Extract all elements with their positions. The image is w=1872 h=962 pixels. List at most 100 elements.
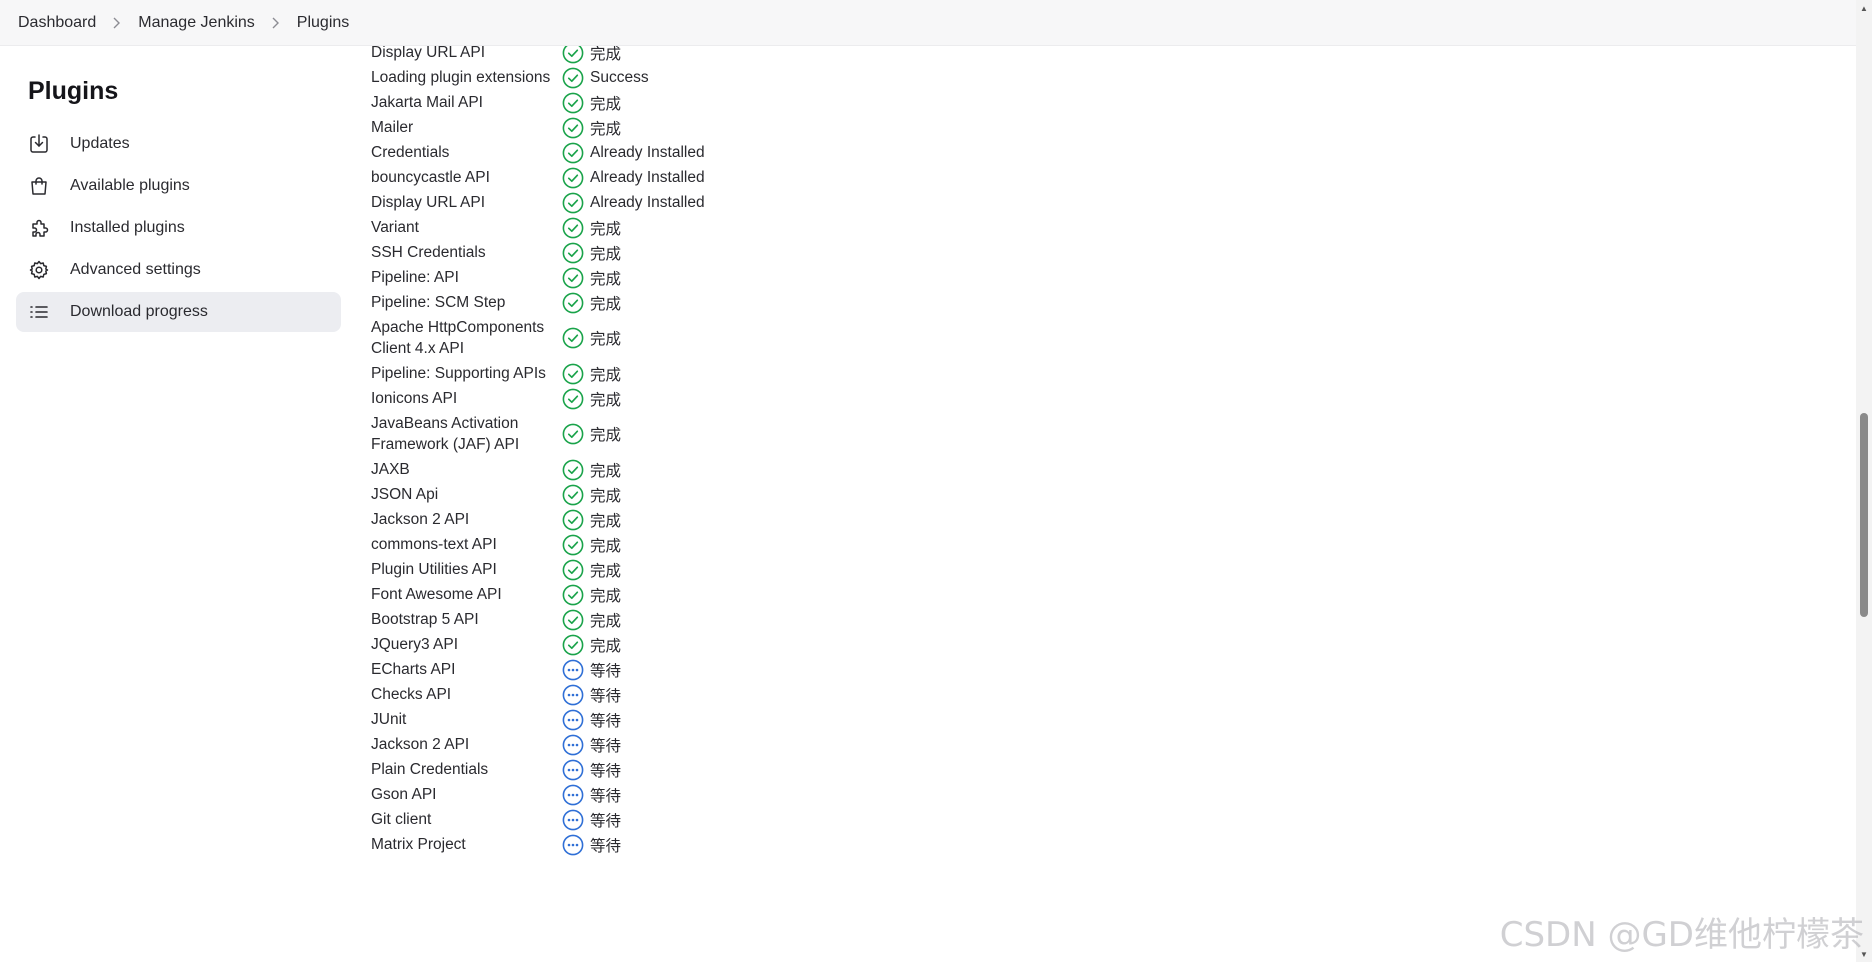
sidebar-item-download-progress[interactable]: Download progress xyxy=(16,292,341,332)
plugin-status: 完成 xyxy=(562,534,621,556)
scroll-up-arrow-icon[interactable]: ▲ xyxy=(1859,3,1869,13)
plugin-name: Pipeline: API xyxy=(371,269,459,286)
breadcrumb-dashboard[interactable]: Dashboard xyxy=(18,14,96,32)
plugin-name: JAXB xyxy=(371,461,410,478)
progress-row: Matrix Project 等待 xyxy=(371,832,771,857)
breadcrumb-manage-jenkins[interactable]: Manage Jenkins xyxy=(138,14,255,32)
status-label: 完成 xyxy=(590,427,622,444)
plugin-status: 等待 xyxy=(562,684,621,706)
status-label: 等待 xyxy=(590,737,622,755)
check-circle-icon xyxy=(562,534,590,556)
plugin-name: Jackson 2 API xyxy=(371,736,470,753)
more-horizontal-circle-icon xyxy=(562,734,590,756)
check-circle-icon xyxy=(562,363,590,385)
check-circle-icon xyxy=(562,609,590,631)
plugin-status: 完成 xyxy=(562,559,621,581)
sidebar-item-installed-plugins[interactable]: Installed plugins xyxy=(16,208,341,248)
check-circle-icon xyxy=(562,142,590,164)
vertical-scrollbar[interactable]: ▲ ▼ xyxy=(1856,0,1872,962)
progress-row: Pipeline: Supporting APIs 完成 xyxy=(371,361,771,386)
status-label: 完成 xyxy=(590,512,622,530)
progress-row: Ionicons API 完成 xyxy=(371,386,771,411)
status-label: 等待 xyxy=(590,787,622,805)
status-label: 等待 xyxy=(590,712,622,730)
plugin-status: Already Installed xyxy=(562,142,705,164)
plugin-name: Variant xyxy=(371,219,419,236)
status-label: 完成 xyxy=(590,295,622,313)
status-label: 完成 xyxy=(590,462,622,480)
check-circle-icon xyxy=(562,327,590,349)
plugin-name: Bootstrap 5 API xyxy=(371,611,479,628)
plugin-status: 完成 xyxy=(562,267,621,289)
scrollbar-thumb[interactable] xyxy=(1860,413,1868,617)
sidebar-item-available-plugins[interactable]: Available plugins xyxy=(16,166,341,206)
progress-row: Checks API 等待 xyxy=(371,682,771,707)
plugin-name: ECharts API xyxy=(371,661,456,678)
plugin-status: 完成 xyxy=(562,92,621,114)
status-label: 完成 xyxy=(590,270,622,288)
plugin-status: Already Installed xyxy=(562,167,705,189)
plugin-name: Display URL API xyxy=(371,194,485,211)
check-circle-icon xyxy=(562,584,590,606)
plugin-status: 完成 xyxy=(562,117,621,139)
plugin-name: Loading plugin extensions xyxy=(371,69,551,86)
status-label: 完成 xyxy=(590,612,622,630)
check-circle-icon xyxy=(562,388,590,410)
status-label: 完成 xyxy=(590,220,622,238)
plugin-status: 等待 xyxy=(562,834,621,856)
plugin-status: 等待 xyxy=(562,709,621,731)
progress-row: SSH Credentials 完成 xyxy=(371,240,771,265)
plugin-status: 完成 xyxy=(562,634,621,656)
list-icon xyxy=(28,301,50,323)
plugin-status: 等待 xyxy=(562,734,621,756)
progress-row: Jackson 2 API 等待 xyxy=(371,732,771,757)
status-label: 等待 xyxy=(590,662,622,680)
more-horizontal-circle-icon xyxy=(562,784,590,806)
plugin-status: 完成 xyxy=(562,584,621,606)
check-circle-icon xyxy=(562,559,590,581)
plugin-status: 完成 xyxy=(562,423,621,445)
progress-row: commons-text API 完成 xyxy=(371,532,771,557)
plugin-name: commons-text API xyxy=(371,536,497,553)
progress-row: JAXB 完成 xyxy=(371,457,771,482)
plugin-status: 完成 xyxy=(562,459,621,481)
status-label: 完成 xyxy=(590,366,622,384)
watermark: CSDN @GD维他柠檬茶 xyxy=(1499,915,1864,955)
progress-row: Bootstrap 5 API 完成 xyxy=(371,607,771,632)
status-label: 等待 xyxy=(590,837,622,855)
progress-row: Font Awesome API 完成 xyxy=(371,582,771,607)
plugin-name: Checks API xyxy=(371,686,452,703)
more-horizontal-circle-icon xyxy=(562,759,590,781)
progress-row: Loading plugin extensions Success xyxy=(371,65,771,90)
plugin-status: 等待 xyxy=(562,809,621,831)
status-label: 等待 xyxy=(590,687,622,705)
plugin-name: Mailer xyxy=(371,119,414,136)
chevron-right-icon xyxy=(271,17,279,29)
progress-row: Pipeline: API 完成 xyxy=(371,265,771,290)
status-label: 完成 xyxy=(590,637,622,655)
plugin-status: 完成 xyxy=(562,388,621,410)
sidebar-item-label: Advanced settings xyxy=(70,261,201,278)
plugin-name: Apache HttpComponents Client 4.x API xyxy=(371,319,545,357)
check-circle-icon xyxy=(562,484,590,506)
sidebar-item-advanced-settings[interactable]: Advanced settings xyxy=(16,250,341,290)
plugin-name: Jakarta Mail API xyxy=(371,94,483,111)
sidebar-item-updates[interactable]: Updates xyxy=(16,124,341,164)
check-circle-icon xyxy=(562,242,590,264)
breadcrumb: Dashboard Manage Jenkins Plugins xyxy=(0,0,1856,46)
breadcrumb-plugins[interactable]: Plugins xyxy=(297,14,349,32)
chevron-right-icon xyxy=(112,17,121,29)
check-circle-icon xyxy=(562,423,590,445)
download-progress-list: Display URL API 完成 Loading plugin extensio… xyxy=(371,40,771,857)
plugin-name: JQuery3 API xyxy=(371,636,459,653)
check-circle-icon xyxy=(562,267,590,289)
plugin-name: Git client xyxy=(371,811,432,828)
status-label: 等待 xyxy=(590,812,622,830)
check-circle-icon xyxy=(562,509,590,531)
plugin-name: Gson API xyxy=(371,786,437,803)
plugin-name: Jackson 2 API xyxy=(371,511,470,528)
page-title: Plugins xyxy=(28,77,119,105)
progress-row: Plain Credentials 等待 xyxy=(371,757,771,782)
progress-row: Display URL API Already Installed xyxy=(371,190,771,215)
progress-row: Jackson 2 API 完成 xyxy=(371,507,771,532)
